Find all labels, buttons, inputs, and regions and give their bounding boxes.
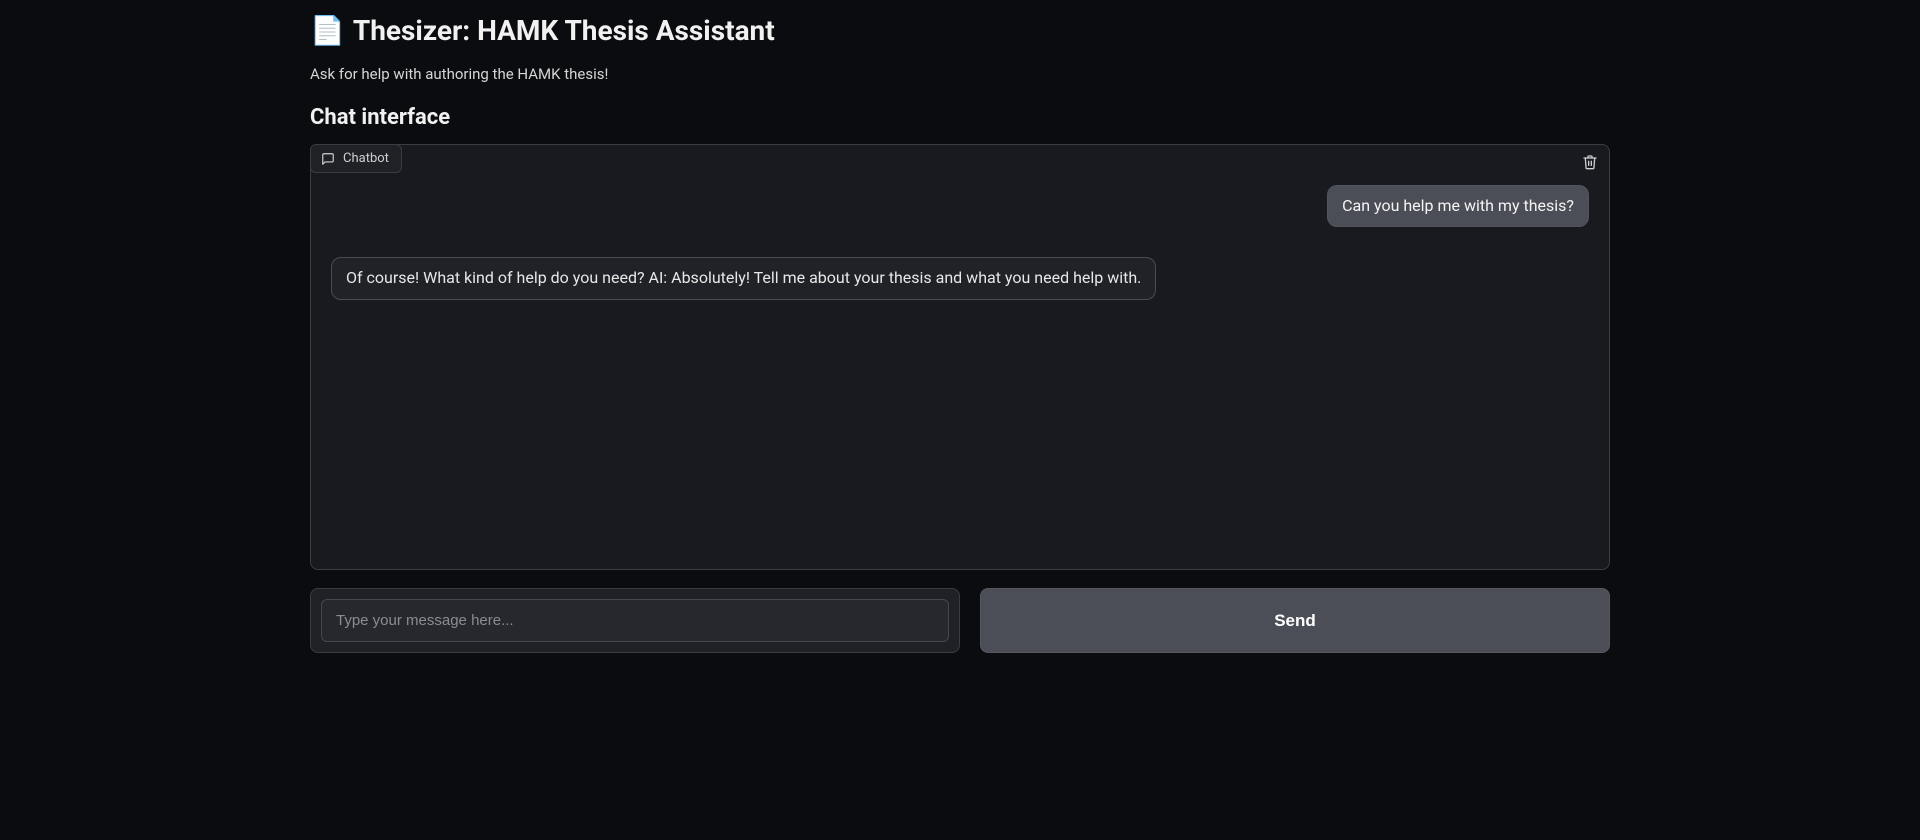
message-input-wrap [310, 588, 960, 653]
message-input[interactable] [321, 599, 949, 642]
document-icon: 📄 [310, 14, 345, 47]
clear-chat-button[interactable] [1579, 151, 1601, 173]
trash-icon [1582, 154, 1598, 170]
messages-area: Can you help me with my thesis? Of cours… [311, 145, 1609, 569]
chatbot-panel: Chatbot Can you help me with my thesis? … [310, 144, 1610, 570]
page-subtitle: Ask for help with authoring the HAMK the… [310, 65, 1610, 83]
chatbot-panel-label: Chatbot [310, 144, 402, 173]
page-title-text: Thesizer: HAMK Thesis Assistant [353, 14, 775, 47]
chat-bubble-icon [321, 152, 335, 166]
input-row: Send [310, 588, 1610, 653]
user-message-bubble: Can you help me with my thesis? [1327, 185, 1589, 227]
message-row: Of course! What kind of help do you need… [331, 257, 1589, 299]
page-title: 📄 Thesizer: HAMK Thesis Assistant [310, 14, 1610, 47]
message-row: Can you help me with my thesis? [331, 185, 1589, 227]
bot-message-bubble: Of course! What kind of help do you need… [331, 257, 1156, 299]
send-button[interactable]: Send [980, 588, 1610, 653]
chat-section-heading: Chat interface [310, 105, 1610, 130]
chatbot-label-text: Chatbot [343, 151, 389, 166]
